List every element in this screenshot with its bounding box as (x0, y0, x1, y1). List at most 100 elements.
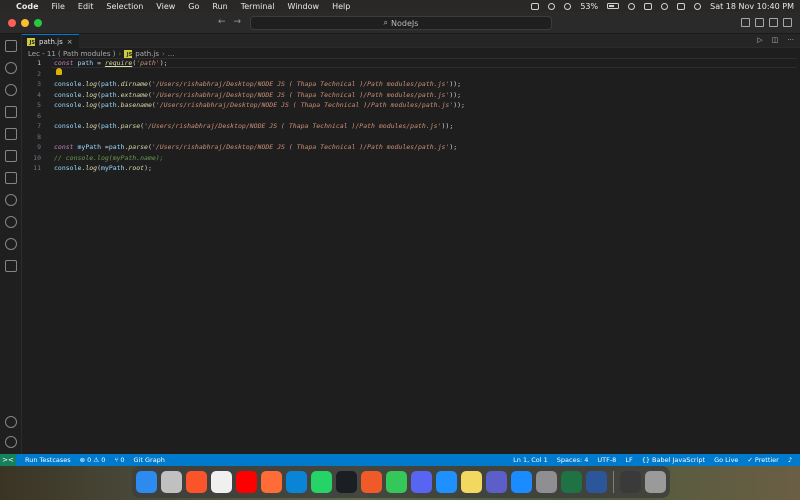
notes-icon[interactable] (461, 471, 482, 493)
back-arrow-icon[interactable]: ← (218, 17, 226, 27)
dock-divider (613, 471, 614, 493)
run-debug-icon[interactable] (5, 106, 17, 118)
thunder-client-icon[interactable] (5, 194, 17, 206)
run-code-icon[interactable]: ▷ (757, 36, 762, 44)
breadcrumb-folder[interactable]: Lec - 11 ( Path modules ) (28, 50, 115, 58)
remote-indicator-icon[interactable]: >< (0, 454, 16, 466)
breadcrumb-symbol[interactable]: ... (168, 50, 175, 58)
encoding[interactable]: UTF-8 (597, 456, 616, 464)
trash-icon[interactable] (644, 471, 666, 493)
bluetooth-icon[interactable] (644, 2, 653, 10)
code-line: const myPath =path.parse('/Users/rishabh… (54, 143, 458, 151)
system-settings-icon[interactable] (536, 471, 557, 493)
excel-icon[interactable] (561, 471, 582, 493)
toggle-panel-icon[interactable] (755, 18, 764, 27)
mail-icon[interactable] (436, 471, 457, 493)
whatsapp-icon[interactable] (311, 471, 332, 493)
explorer-icon[interactable] (5, 40, 17, 52)
source-control-icon[interactable] (5, 84, 17, 96)
menu-file[interactable]: File (52, 2, 65, 11)
lightbulb-icon[interactable] (56, 68, 62, 75)
refresh-icon[interactable] (548, 2, 556, 10)
extensions-icon[interactable] (5, 128, 17, 140)
youtube-icon[interactable] (236, 471, 257, 493)
battery-percent: 53% (580, 1, 599, 11)
menu-edit[interactable]: Edit (78, 2, 94, 11)
teams-icon[interactable] (486, 471, 507, 493)
git-graph-button[interactable]: Git Graph (134, 456, 165, 464)
timeline-icon[interactable] (5, 216, 17, 228)
menu-go[interactable]: Go (188, 2, 199, 11)
word-icon[interactable] (586, 471, 607, 493)
downloads-icon[interactable] (619, 471, 641, 493)
more-actions-icon[interactable]: ··· (787, 36, 794, 44)
messages-icon[interactable] (386, 471, 407, 493)
close-icon[interactable]: × (67, 38, 73, 46)
command-center-search[interactable]: ⌕ NodeJs (250, 16, 552, 30)
forward-arrow-icon[interactable]: → (234, 17, 242, 27)
launchpad-icon[interactable] (161, 471, 182, 493)
toggle-secondary-sidebar-icon[interactable] (769, 18, 778, 27)
end-of-line[interactable]: LF (625, 456, 632, 464)
control-center-icon[interactable] (677, 2, 686, 10)
chrome-icon[interactable] (211, 471, 232, 493)
menu-app-name[interactable]: Code (16, 2, 39, 11)
problems-indicator[interactable]: ⊗ 0 ⚠ 0 (80, 456, 106, 464)
cursor-position[interactable]: Ln 1, Col 1 (513, 456, 548, 464)
github-icon[interactable] (336, 471, 357, 493)
menu-run[interactable]: Run (212, 2, 227, 11)
testing-icon[interactable] (5, 172, 17, 184)
code-editor[interactable]: 1 2 3 4 5 6 7 8 9 10 11 const path = req… (22, 58, 800, 454)
remote-explorer-icon[interactable] (5, 150, 17, 162)
notifications-bell-icon[interactable]: ♪ (788, 456, 792, 464)
language-mode[interactable]: {} Babel JavaScript (642, 456, 705, 464)
maximize-window-button[interactable] (34, 19, 42, 27)
chat-icon[interactable] (5, 260, 17, 272)
chevron-right-icon: › (118, 50, 122, 58)
brave-icon[interactable] (186, 471, 207, 493)
spotlight-icon[interactable] (661, 2, 669, 10)
discord-icon[interactable] (411, 471, 432, 493)
line-number: 5 (37, 101, 41, 109)
indentation[interactable]: Spaces: 4 (557, 456, 589, 464)
layout-controls (741, 18, 792, 27)
run-testcases-button[interactable]: Run Testcases (25, 456, 71, 464)
split-editor-icon[interactable]: ◫ (772, 36, 779, 44)
javascript-file-icon: JS (124, 50, 133, 58)
search-view-icon[interactable] (5, 62, 17, 74)
menu-help[interactable]: Help (332, 2, 350, 11)
minimize-window-button[interactable] (21, 19, 29, 27)
postman-icon[interactable] (261, 471, 282, 493)
window-title-bar: ← → ⌕ NodeJs (0, 12, 800, 34)
ports-indicator[interactable]: ⑂ 0 (114, 456, 124, 464)
finder-icon[interactable] (136, 471, 157, 493)
screen-record-icon[interactable] (531, 2, 540, 10)
vscode-icon[interactable] (286, 471, 307, 493)
line-number: 7 (37, 122, 41, 130)
toggle-primary-sidebar-icon[interactable] (741, 18, 750, 27)
git-graph-icon[interactable] (5, 238, 17, 250)
menu-selection[interactable]: Selection (106, 2, 143, 11)
battery-icon[interactable] (607, 3, 620, 9)
menu-bar-extras: 53% Sat 18 Nov 10:40 PM (531, 2, 794, 11)
menu-view[interactable]: View (156, 2, 175, 11)
prettier-status[interactable]: ✓ Prettier (747, 456, 778, 464)
navigation-arrows: ← → (218, 17, 241, 27)
manage-gear-icon[interactable] (5, 436, 17, 448)
status-bar: >< Run Testcases ⊗ 0 ⚠ 0 ⑂ 0 Git Graph L… (0, 454, 800, 466)
menu-window[interactable]: Window (288, 2, 320, 11)
wifi-icon[interactable] (628, 2, 636, 10)
screen: Code File Edit Selection View Go Run Ter… (0, 0, 800, 500)
siri-icon[interactable] (694, 2, 702, 10)
menu-terminal[interactable]: Terminal (241, 2, 275, 11)
accounts-icon[interactable] (5, 416, 17, 428)
close-window-button[interactable] (8, 19, 16, 27)
customize-layout-icon[interactable] (783, 18, 792, 27)
breadcrumb-file[interactable]: path.js (135, 50, 159, 58)
infuse-icon[interactable] (361, 471, 382, 493)
menu-clock[interactable]: Sat 18 Nov 10:40 PM (710, 2, 794, 11)
tab-path-js[interactable]: JS path.js × (22, 34, 79, 48)
play-icon[interactable] (564, 2, 572, 10)
go-live-button[interactable]: Go Live (714, 456, 738, 464)
app-store-icon[interactable] (511, 471, 532, 493)
